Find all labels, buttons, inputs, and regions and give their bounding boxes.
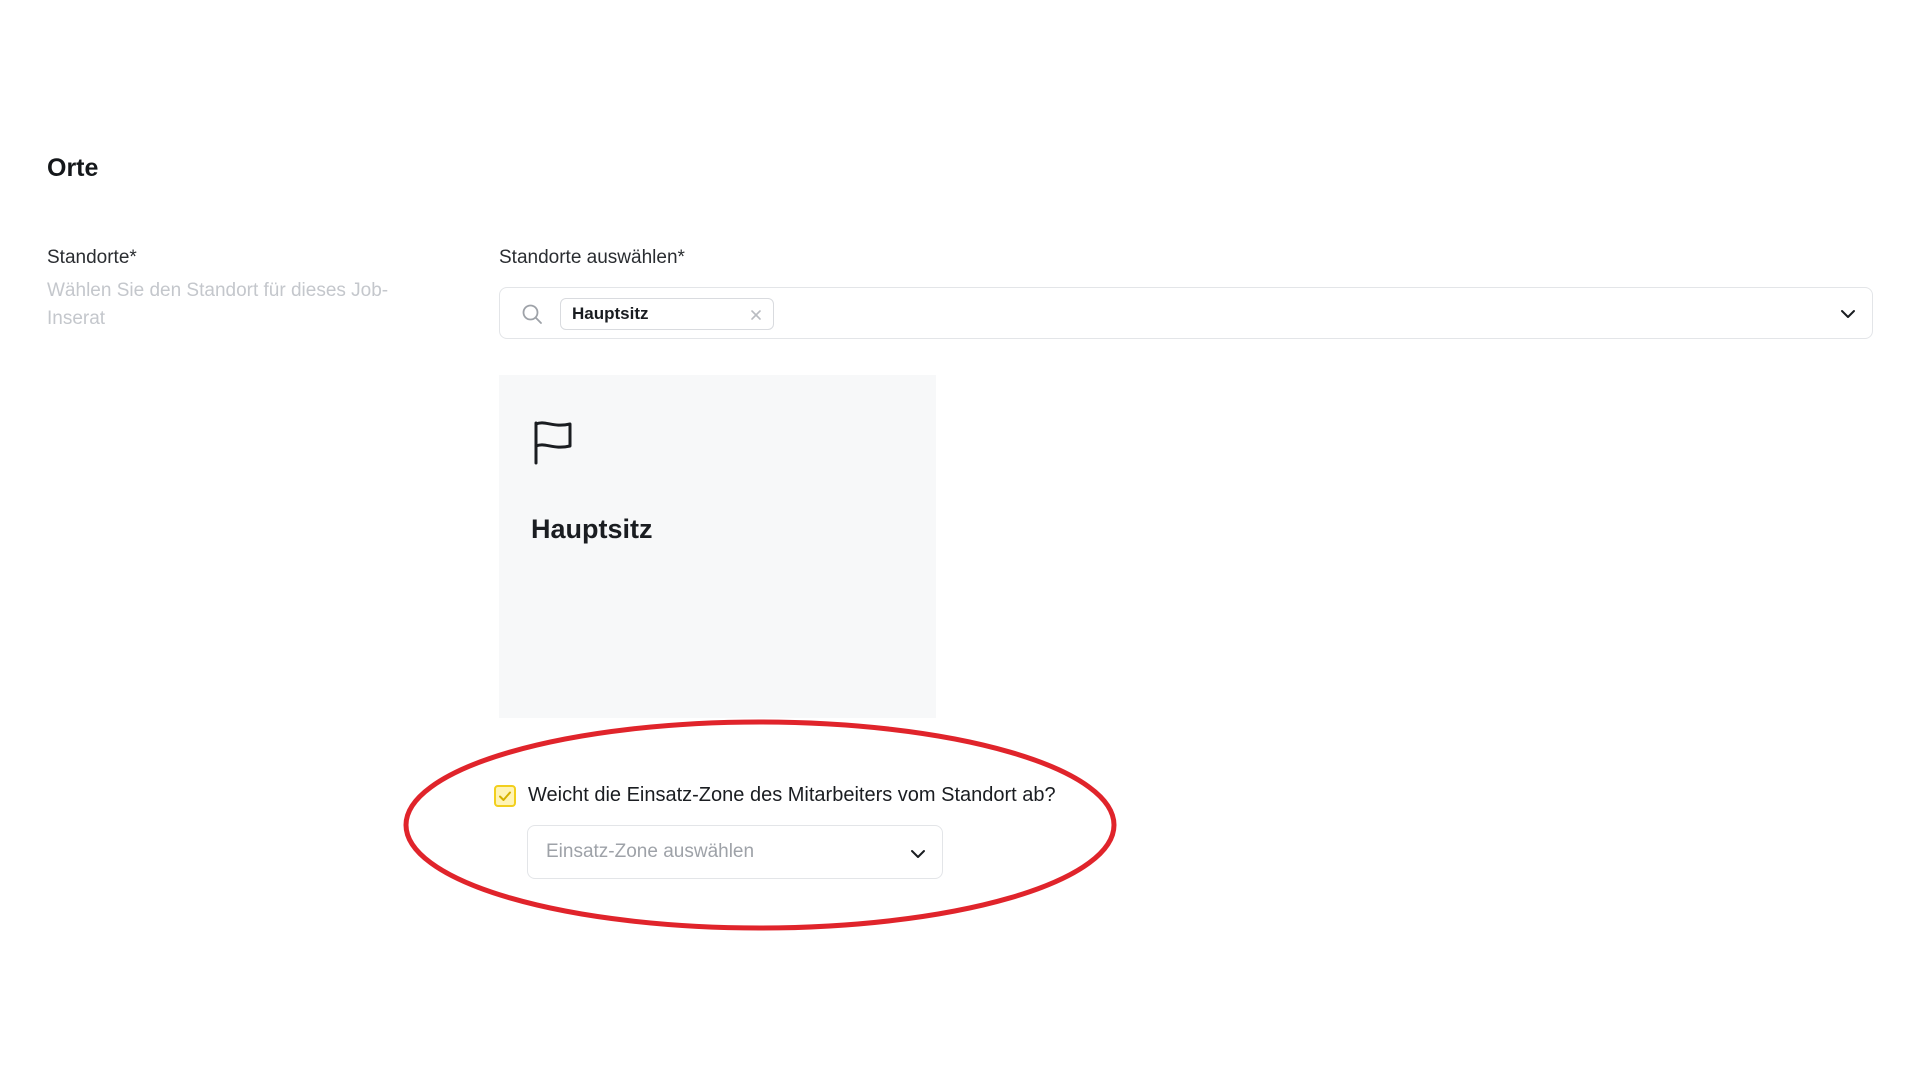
zone-select-placeholder: Einsatz-Zone auswählen: [546, 841, 755, 862]
locations-select-label: Standorte auswählen*: [499, 247, 685, 268]
zone-select[interactable]: Einsatz-Zone auswählen: [527, 825, 943, 879]
flag-icon: [534, 421, 572, 465]
chip-label: Hauptsitz: [572, 304, 649, 323]
zone-deviation-label[interactable]: Weicht die Einsatz-Zone des Mitarbeiters…: [528, 784, 1056, 807]
zone-deviation-checkbox[interactable]: [494, 785, 516, 807]
close-icon[interactable]: [749, 308, 763, 322]
chevron-down-icon[interactable]: [1838, 304, 1858, 324]
checkmark-icon: [499, 791, 511, 801]
page: Orte Standorte* Wählen Sie den Standort …: [0, 0, 1920, 1080]
search-icon: [522, 304, 542, 324]
chevron-down-icon: [911, 850, 925, 858]
selected-location-chip: Hauptsitz: [560, 298, 774, 330]
locations-field-label: Standorte*: [47, 247, 137, 268]
section-title: Orte: [47, 154, 99, 182]
locations-multi-select[interactable]: Hauptsitz: [499, 287, 1873, 339]
locations-field-description: Wählen Sie den Standort für dieses Job-I…: [47, 280, 389, 329]
location-card-title: Hauptsitz: [531, 514, 653, 544]
location-card[interactable]: [499, 375, 936, 718]
